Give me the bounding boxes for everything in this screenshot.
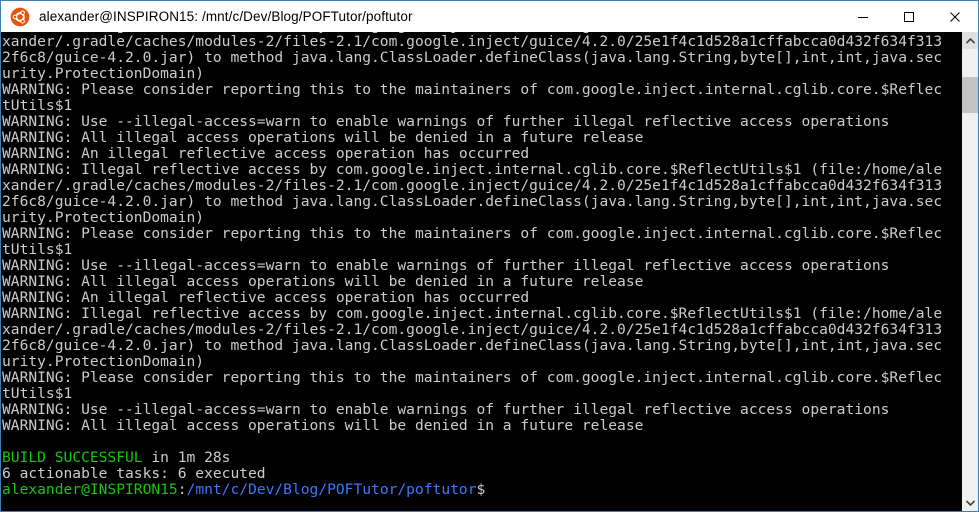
terminal-text-span: WARNING: An illegal reflective access op… [2,146,530,162]
chevron-up-icon [965,37,975,44]
ubuntu-logo-icon [10,7,30,26]
terminal-text-span: WARNING: Use --illegal-access=warn to en… [2,114,890,130]
terminal-text-span: 2f6c8/guice-4.2.0.jar) to method java.la… [2,194,943,210]
terminal-line: WARNING: Please consider reporting this … [2,226,961,242]
terminal-text-span: WARNING: Illegal reflective access by co… [2,162,943,178]
terminal-line: xander/.gradle/caches/modules-2/files-2.… [2,178,961,194]
terminal-line: WARNING: Use --illegal-access=warn to en… [2,402,961,418]
maximize-icon [904,11,914,22]
terminal-text-span: /mnt/c/Dev/Blog/POFTutor/poftutor [186,482,477,498]
terminal-line: WARNING: All illegal access operations w… [2,274,961,290]
terminal-output-area[interactable]: rDownload https://repo.maven.apache.org/… [1,32,961,511]
terminal-line: WARNING: Illegal reflective access by co… [2,162,961,178]
close-button[interactable] [932,1,978,32]
terminal-text-span: urity.ProtectionDomain) [2,354,205,370]
terminal-text-span: in 1m 28s [142,450,231,466]
terminal-text-span: urity.ProtectionDomain) [2,66,205,82]
terminal-text-span: 2f6c8/guice-4.2.0.jar) to method java.la… [2,50,943,66]
terminal-line: urity.ProtectionDomain) [2,210,961,226]
terminal-text-span: WARNING: Please consider reporting this … [2,82,943,98]
terminal-text-span: tUtils$1 [2,386,73,402]
terminal-line: 2f6c8/guice-4.2.0.jar) to method java.la… [2,50,961,66]
terminal-line: WARNING: Illegal reflective access by co… [2,306,961,322]
terminal-text-span: 2f6c8/guice-4.2.0.jar) to method java.la… [2,338,943,354]
terminal-line: tUtils$1 [2,242,961,258]
scrollbar-thumb[interactable] [962,77,978,113]
terminal-scrollbar[interactable] [961,32,978,511]
terminal-line: WARNING: An illegal reflective access op… [2,146,961,162]
scroll-up-button[interactable] [962,32,978,49]
terminal-text-span: urity.ProtectionDomain) [2,210,205,226]
terminal-line-list: rDownload https://repo.maven.apache.org/… [2,32,961,498]
terminal-line: alexander@INSPIRON15:/mnt/c/Dev/Blog/POF… [2,482,961,498]
terminal-line: BUILD SUCCESSFUL in 1m 28s [2,450,961,466]
terminal-text-span: xander/.gradle/caches/modules-2/files-2.… [2,34,943,50]
terminal-text-span: WARNING: All illegal access operations w… [2,418,644,434]
terminal-line: urity.ProtectionDomain) [2,354,961,370]
terminal-text-span: WARNING: Please consider reporting this … [2,370,943,386]
maximize-button[interactable] [886,1,932,32]
window-title: alexander@INSPIRON15: /mnt/c/Dev/Blog/PO… [39,9,413,24]
terminal-text-span: xander/.gradle/caches/modules-2/files-2.… [2,322,943,338]
terminal-window: alexander@INSPIRON15: /mnt/c/Dev/Blog/PO… [0,0,979,512]
window-controls [840,1,978,32]
terminal-text-span: $ [476,482,486,498]
minimize-button[interactable] [840,1,886,32]
title-bar[interactable]: alexander@INSPIRON15: /mnt/c/Dev/Blog/PO… [1,1,978,32]
terminal-line: WARNING: All illegal access operations w… [2,130,961,146]
terminal-text-span: 6 actionable tasks: 6 executed [2,466,266,482]
terminal-line: WARNING: Use --illegal-access=warn to en… [2,114,961,130]
terminal-line: WARNING: All illegal access operations w… [2,418,961,434]
minimize-icon [858,16,868,18]
terminal-line: WARNING: An illegal reflective access op… [2,290,961,306]
terminal-text-span: WARNING: All illegal access operations w… [2,274,644,290]
terminal-text-span: WARNING: Use --illegal-access=warn to en… [2,258,890,274]
terminal-text-span: WARNING: Please consider reporting this … [2,226,943,242]
terminal-line: urity.ProtectionDomain) [2,66,961,82]
terminal-text-span: xander/.gradle/caches/modules-2/files-2.… [2,178,943,194]
terminal-text-span: alexander@INSPIRON15 [2,482,178,498]
terminal-line: WARNING: Use --illegal-access=warn to en… [2,258,961,274]
scrollbar-track[interactable] [962,49,978,494]
terminal-text-span: WARNING: All illegal access operations w… [2,130,644,146]
terminal-line: xander/.gradle/caches/modules-2/files-2.… [2,34,961,50]
chevron-down-icon [965,499,975,506]
terminal-text-span: WARNING: Illegal reflective access by co… [2,306,943,322]
terminal-text-span: : [177,482,187,498]
terminal-line: 6 actionable tasks: 6 executed [2,466,961,482]
terminal-text-span: tUtils$1 [2,98,73,114]
scroll-down-button[interactable] [962,494,978,511]
terminal-line: 2f6c8/guice-4.2.0.jar) to method java.la… [2,338,961,354]
terminal-line: xander/.gradle/caches/modules-2/files-2.… [2,322,961,338]
terminal-line: WARNING: Please consider reporting this … [2,370,961,386]
terminal-text-span: WARNING: Use --illegal-access=warn to en… [2,402,890,418]
close-icon [950,11,960,22]
terminal-text-span: WARNING: An illegal reflective access op… [2,290,530,306]
terminal-line: tUtils$1 [2,386,961,402]
terminal-line: WARNING: Please consider reporting this … [2,82,961,98]
terminal-line: 2f6c8/guice-4.2.0.jar) to method java.la… [2,194,961,210]
terminal-text-span: BUILD SUCCESSFUL [2,450,143,466]
terminal-line: tUtils$1 [2,98,961,114]
terminal-text-span: tUtils$1 [2,242,73,258]
